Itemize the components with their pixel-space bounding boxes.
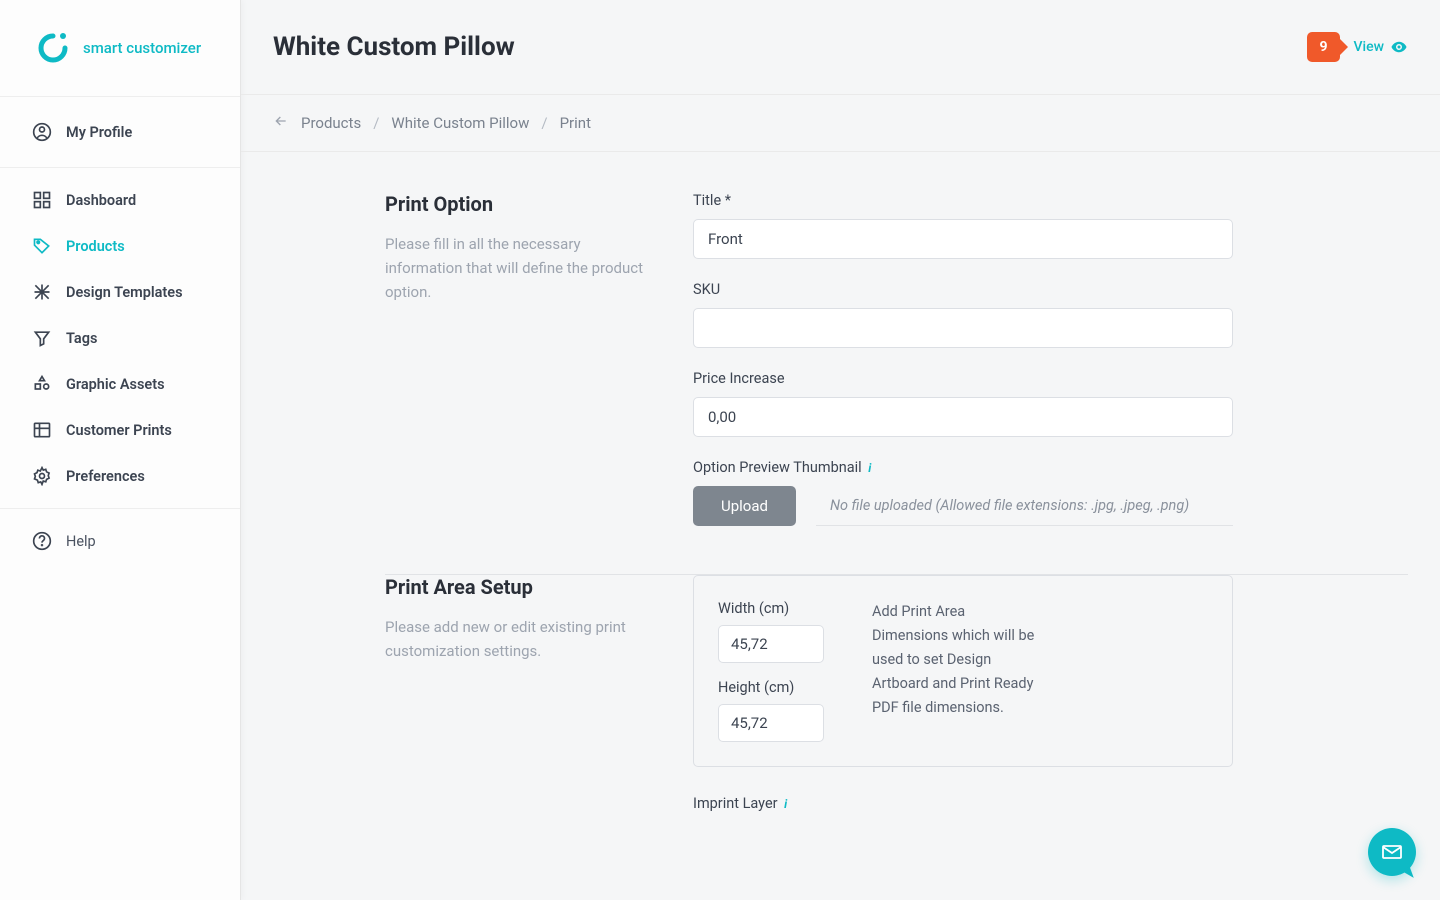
breadcrumb-item: Print bbox=[560, 114, 591, 132]
thumbnail-label: Option Preview Thumbnail i bbox=[693, 459, 1233, 476]
sidebar-item-label: Dashboard bbox=[66, 192, 136, 209]
width-input[interactable] bbox=[718, 625, 824, 663]
sidebar-item-label: Products bbox=[66, 238, 125, 255]
logo-area[interactable]: smart customizer bbox=[0, 0, 240, 97]
width-label: Width (cm) bbox=[718, 600, 824, 617]
header-actions: 9 View bbox=[1307, 32, 1408, 62]
gear-icon bbox=[32, 466, 52, 486]
sidebar-item-label: Preferences bbox=[66, 468, 145, 485]
page-title: White Custom Pillow bbox=[273, 32, 515, 62]
imprint-label: Imprint Layer i bbox=[693, 795, 1233, 812]
breadcrumb-item[interactable]: White Custom Pillow bbox=[391, 114, 529, 132]
sidebar-item-label: My Profile bbox=[66, 124, 132, 141]
page-header: White Custom Pillow 9 View bbox=[241, 0, 1440, 95]
dimensions-description: Add Print Area Dimensions which will be … bbox=[872, 600, 1042, 742]
section-print-option: Print Option Please fill in all the nece… bbox=[385, 192, 1408, 574]
section-description: Please fill in all the necessary informa… bbox=[385, 232, 653, 304]
mail-icon bbox=[1380, 840, 1404, 864]
sidebar: smart customizer My Profile Dashboard Pr… bbox=[0, 0, 241, 900]
prints-icon bbox=[32, 420, 52, 440]
main-content: White Custom Pillow 9 View Products / Wh… bbox=[241, 0, 1440, 900]
sku-label: SKU bbox=[693, 281, 1233, 298]
height-input[interactable] bbox=[718, 704, 824, 742]
height-label: Height (cm) bbox=[718, 679, 824, 696]
sidebar-item-label: Tags bbox=[66, 330, 97, 347]
sidebar-item-label: Customer Prints bbox=[66, 422, 172, 439]
eye-icon bbox=[1390, 38, 1408, 56]
section-print-area: Print Area Setup Please add new or edit … bbox=[385, 575, 1408, 870]
form-content: Print Option Please fill in all the nece… bbox=[241, 152, 1440, 900]
notification-badge[interactable]: 9 bbox=[1307, 32, 1339, 62]
breadcrumb-item[interactable]: Products bbox=[301, 114, 361, 132]
user-icon bbox=[32, 122, 52, 142]
sidebar-item-products[interactable]: Products bbox=[0, 223, 240, 269]
breadcrumb-separator: / bbox=[373, 114, 379, 132]
sidebar-item-help[interactable]: Help bbox=[0, 518, 240, 564]
title-label: Title * bbox=[693, 192, 1233, 209]
breadcrumb: Products / White Custom Pillow / Print bbox=[241, 95, 1440, 152]
filter-icon bbox=[32, 328, 52, 348]
sku-input[interactable] bbox=[693, 308, 1233, 348]
section-description: Please add new or edit existing print cu… bbox=[385, 615, 653, 663]
sidebar-item-preferences[interactable]: Preferences bbox=[0, 453, 240, 499]
help-icon bbox=[32, 531, 52, 551]
sidebar-item-design-templates[interactable]: Design Templates bbox=[0, 269, 240, 315]
price-label: Price Increase bbox=[693, 370, 1233, 387]
sidebar-item-profile[interactable]: My Profile bbox=[0, 97, 240, 167]
price-input[interactable] bbox=[693, 397, 1233, 437]
dimensions-box: Width (cm) Height (cm) Add Print Area Di… bbox=[693, 575, 1233, 767]
view-link[interactable]: View bbox=[1354, 38, 1409, 56]
templates-icon bbox=[32, 282, 52, 302]
sidebar-item-graphic-assets[interactable]: Graphic Assets bbox=[0, 361, 240, 407]
breadcrumb-separator: / bbox=[541, 114, 547, 132]
sidebar-item-customer-prints[interactable]: Customer Prints bbox=[0, 407, 240, 453]
section-title: Print Option bbox=[385, 192, 653, 216]
sidebar-item-dashboard[interactable]: Dashboard bbox=[0, 177, 240, 223]
section-title: Print Area Setup bbox=[385, 575, 653, 599]
sidebar-item-label: Graphic Assets bbox=[66, 376, 165, 393]
logo-icon bbox=[35, 30, 71, 66]
upload-status: No file uploaded (Allowed file extension… bbox=[816, 486, 1233, 526]
brand-name: smart customizer bbox=[83, 39, 201, 57]
title-input[interactable] bbox=[693, 219, 1233, 259]
chat-button[interactable] bbox=[1368, 828, 1416, 876]
sidebar-item-tags[interactable]: Tags bbox=[0, 315, 240, 361]
assets-icon bbox=[32, 374, 52, 394]
view-label: View bbox=[1354, 39, 1385, 55]
info-icon[interactable]: i bbox=[868, 461, 871, 475]
info-icon[interactable]: i bbox=[784, 797, 787, 811]
sidebar-item-label: Design Templates bbox=[66, 284, 183, 301]
dashboard-icon bbox=[32, 190, 52, 210]
sidebar-item-label: Help bbox=[66, 533, 96, 550]
tag-icon bbox=[32, 236, 52, 256]
upload-button[interactable]: Upload bbox=[693, 486, 796, 526]
back-arrow-icon[interactable] bbox=[273, 113, 289, 133]
